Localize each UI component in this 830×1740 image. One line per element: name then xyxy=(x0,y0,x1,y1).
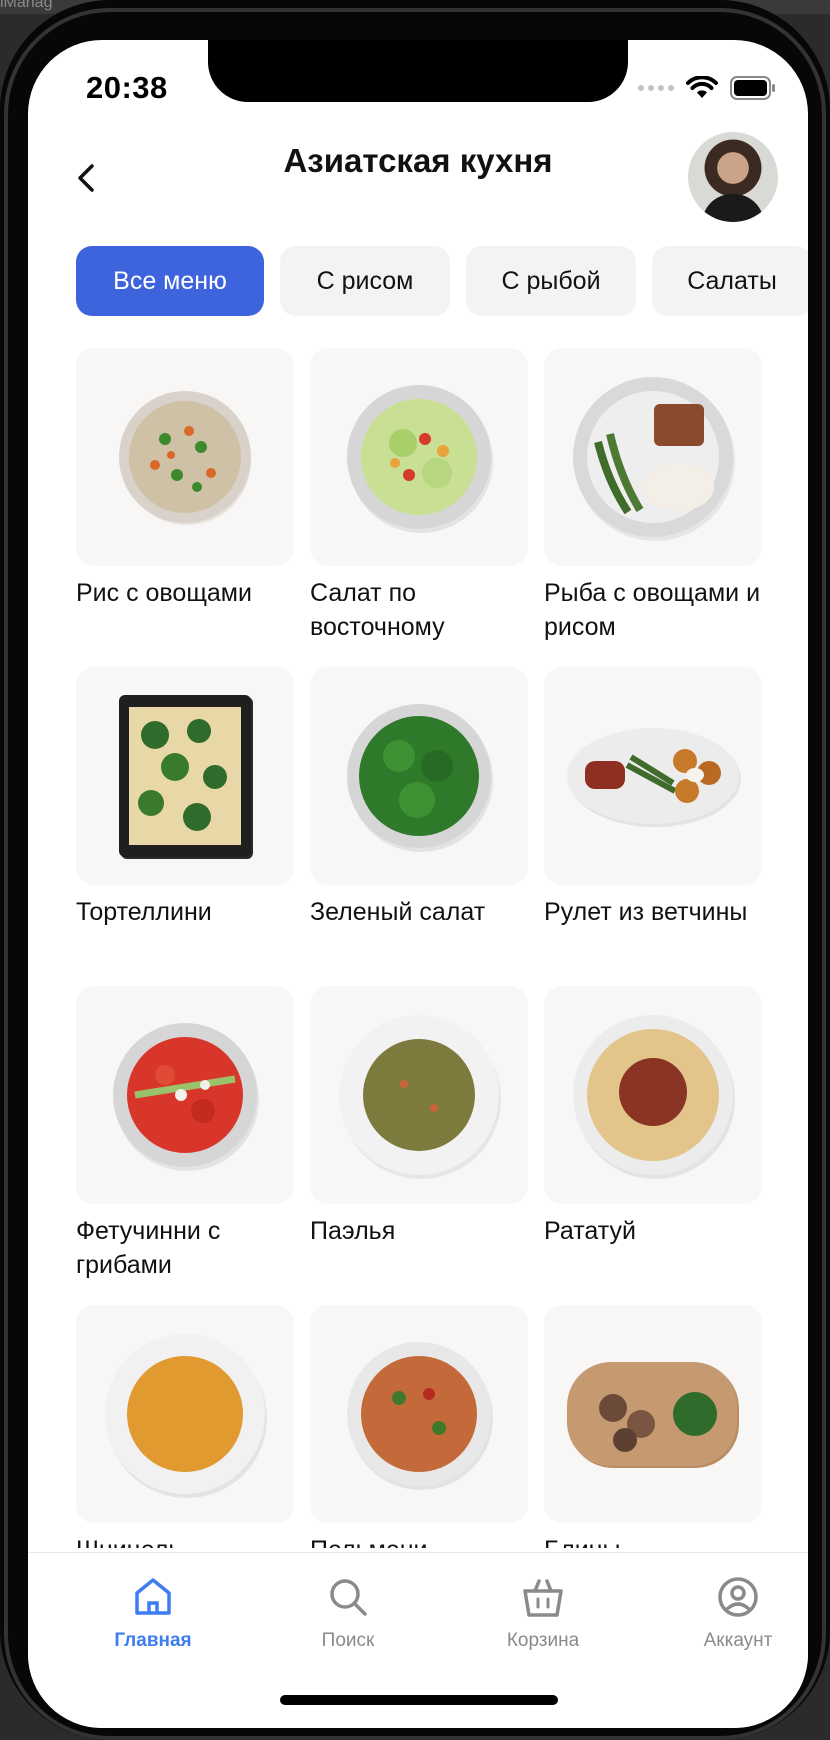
dish-card[interactable]: Рис с овощами xyxy=(76,348,294,610)
dish-title: Зеленый салат xyxy=(310,898,486,926)
phone-frame: 20:38 Азиатская кухня Все меню С рисом С… xyxy=(0,0,830,1740)
dish-card[interactable]: Тортеллини xyxy=(76,667,294,929)
dish-card[interactable]: Фетучинни с грибами xyxy=(76,986,294,1282)
dish-grid: Рис с овощами Салат по восточному Рыба с… xyxy=(76,348,766,1548)
dish-card[interactable]: Пельмени xyxy=(310,1305,528,1548)
dish-title: Пельмени xyxy=(310,1533,528,1548)
phone-screen: 20:38 Азиатская кухня Все меню С рисом С… xyxy=(28,40,808,1728)
dish-card[interactable]: Рататуй xyxy=(544,986,762,1248)
cream-soup-plate-icon xyxy=(76,1305,294,1523)
wifi-icon xyxy=(686,76,718,100)
tab-home[interactable]: Главная xyxy=(68,1575,238,1652)
chip-with-rice[interactable]: С рисом xyxy=(280,246,450,316)
pasta-plate-icon xyxy=(310,1305,528,1523)
dish-title: Рататуй xyxy=(544,1217,636,1245)
home-icon xyxy=(135,1578,171,1615)
tab-label: Аккаунт xyxy=(703,1630,773,1651)
meat-board-icon xyxy=(544,1305,762,1523)
tab-label: Корзина xyxy=(506,1630,580,1651)
chip-with-fish[interactable]: С рыбой xyxy=(466,246,636,316)
dish-card[interactable]: Шницель xyxy=(76,1305,294,1548)
tab-account[interactable]: Аккаунт xyxy=(653,1575,808,1652)
status-icons xyxy=(638,76,776,100)
rice-vegetables-bowl-icon xyxy=(76,348,294,566)
tab-label: Главная xyxy=(114,1630,192,1651)
spaghetti-plate-icon xyxy=(544,986,762,1204)
account-icon xyxy=(718,1577,758,1617)
dish-card[interactable]: Рыба с овощами и рисом xyxy=(544,348,762,644)
status-time: 20:38 xyxy=(86,70,168,105)
chip-salads[interactable]: Салаты xyxy=(652,246,808,316)
tab-label: Поиск xyxy=(321,1630,375,1651)
dish-title: Салат по восточному xyxy=(310,579,445,641)
search-icon xyxy=(330,1579,367,1616)
avatar[interactable] xyxy=(688,132,778,222)
dish-title: Рулет из ветчины xyxy=(544,898,748,926)
battery-icon xyxy=(730,76,776,100)
fettuccine-plate-icon xyxy=(76,986,294,1204)
fish-plate-icon xyxy=(544,348,762,566)
salad-bowl-icon xyxy=(310,348,528,566)
basket-icon xyxy=(523,1579,563,1617)
dish-title: Тортеллини xyxy=(76,898,212,926)
dish-card[interactable]: Салат по восточному xyxy=(310,348,528,644)
dish-title: Рис с овощами xyxy=(76,579,252,607)
desktop-title-fragment: iManag xyxy=(0,0,53,11)
chip-all-menu[interactable]: Все меню xyxy=(76,246,264,316)
dish-card[interactable]: Рулет из ветчины xyxy=(544,667,762,929)
dish-title: Фетучинни с грибами xyxy=(76,1217,221,1279)
dish-title: Блины xyxy=(544,1533,762,1548)
home-indicator xyxy=(280,1695,558,1705)
soup-plate-icon xyxy=(310,986,528,1204)
tab-search[interactable]: Поиск xyxy=(263,1575,433,1652)
ham-roll-plate-icon xyxy=(544,667,762,885)
dish-card[interactable]: Паэлья xyxy=(310,986,528,1248)
dish-title: Паэлья xyxy=(310,1217,396,1245)
tab-basket[interactable]: Корзина xyxy=(458,1575,628,1652)
dish-card[interactable]: Зеленый салат xyxy=(310,667,528,929)
notch xyxy=(208,40,628,102)
tortellini-tray-icon xyxy=(76,667,294,885)
green-salad-bowl-icon xyxy=(310,667,528,885)
signal-icon xyxy=(638,85,674,91)
dish-title: Шницель xyxy=(76,1533,294,1548)
category-chips: Все меню С рисом С рыбой Салаты xyxy=(76,246,808,316)
dish-title: Рыба с овощами и рисом xyxy=(544,579,761,641)
dish-card[interactable]: Блины xyxy=(544,1305,762,1548)
